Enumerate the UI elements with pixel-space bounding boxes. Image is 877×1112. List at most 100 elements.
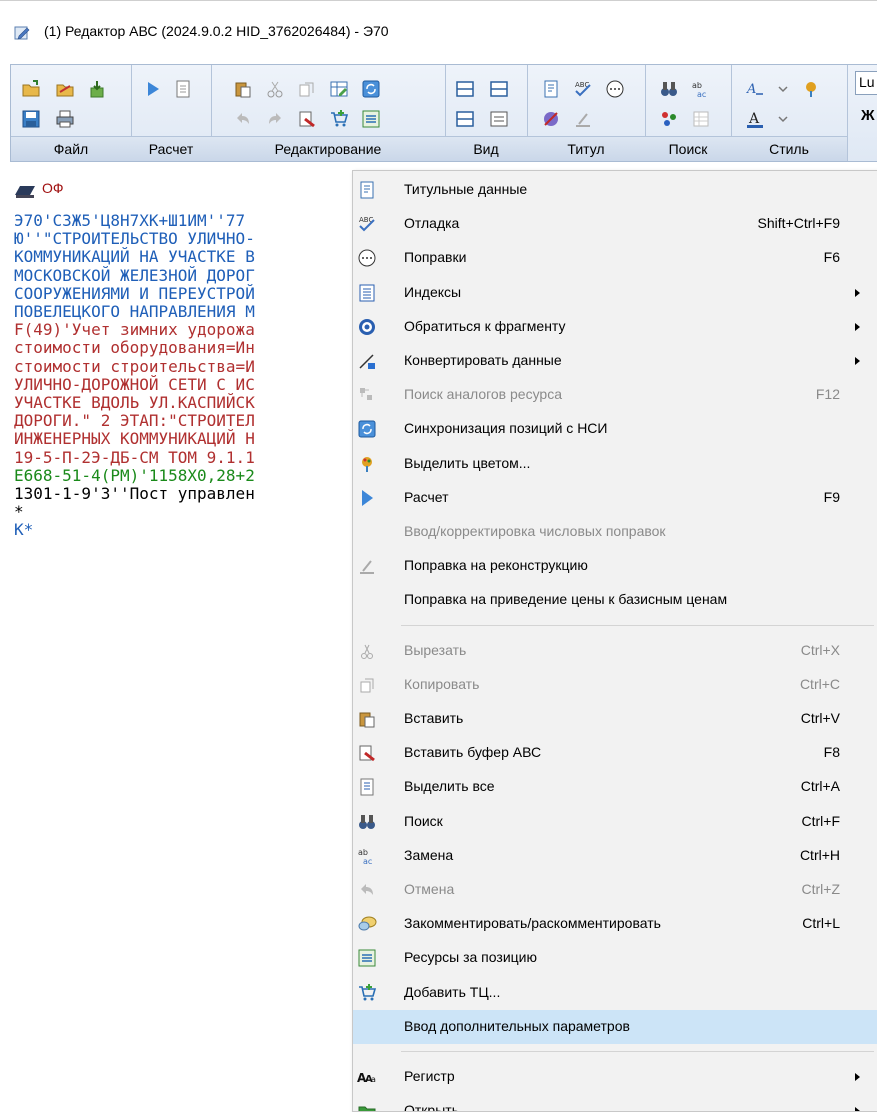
menu-item[interactable]: Синхронизация позиций с НСИ (353, 412, 877, 446)
ribbon-group-label: Расчет (131, 136, 211, 161)
submenu-arrow-icon (855, 288, 860, 297)
menu-item[interactable]: Поправка на реконструкцию (353, 549, 877, 583)
view-layout-2-icon[interactable] (489, 79, 509, 99)
chevron-down-icon[interactable] (773, 109, 793, 129)
resources-icon[interactable] (361, 109, 381, 129)
font-size-icon[interactable]: A (745, 79, 765, 99)
menu-item[interactable]: Вырезать Ctrl+X (353, 634, 877, 668)
title-data-icon (357, 180, 377, 200)
title-data-icon[interactable] (541, 79, 561, 99)
undo-icon[interactable] (233, 109, 253, 129)
menu-item-label: Добавить ТЦ... (404, 983, 501, 1000)
view-list-icon[interactable] (489, 109, 509, 129)
save-icon[interactable] (21, 109, 41, 129)
editor-line: стоимости оборудования=Ин (14, 338, 255, 358)
editor-line: КОММУНИКАЦИЙ НА УЧАСТКЕ В (14, 247, 255, 267)
menu-item[interactable]: Расчет F9 (353, 481, 877, 515)
highlight-color-icon[interactable] (801, 79, 821, 99)
menu-item[interactable]: Обратиться к фрагменту (353, 310, 877, 344)
editor-line: К* (14, 520, 34, 540)
menu-item[interactable]: Конвертировать данные (353, 344, 877, 378)
edit-table-icon[interactable] (329, 79, 349, 99)
menu-item-label: Вставить (404, 710, 464, 726)
cut-icon[interactable] (265, 79, 285, 99)
calc-document-icon[interactable] (173, 79, 193, 99)
menu-item[interactable]: Ввод/корректировка числовых поправок (353, 515, 877, 549)
menu-item-shortcut: Ctrl+F (801, 812, 841, 829)
bold-button[interactable]: Ж (861, 107, 875, 124)
menu-item-label: Вставить буфер АВС (404, 744, 542, 761)
menu-item[interactable]: Добавить ТЦ... (353, 976, 877, 1010)
ribbon-group-file: Файл (11, 65, 132, 161)
menu-item[interactable]: Поиск аналогов ресурса F12 (353, 378, 877, 412)
menu-item-label: Титульные данные (404, 181, 528, 197)
add-cart-icon[interactable] (329, 109, 349, 129)
font-color-icon[interactable]: A (745, 109, 765, 129)
menu-item-label: Выделить все (404, 778, 495, 795)
paste-buffer-icon[interactable] (297, 109, 317, 129)
menu-item-label: Синхронизация позиций с НСИ (404, 420, 608, 437)
save-down-icon[interactable] (87, 79, 107, 99)
menu-item-label: Открыть (404, 1102, 459, 1112)
view-layout-3-icon[interactable] (455, 109, 475, 129)
grid-icon[interactable] (691, 109, 711, 129)
menu-item[interactable]: Титульные данные (353, 173, 877, 207)
menu-item-shortcut: F6 (823, 249, 840, 266)
indexes-icon (357, 283, 377, 303)
view-layout-1-icon[interactable] (455, 79, 475, 99)
redo-icon[interactable] (265, 109, 285, 129)
convert-icon (357, 351, 377, 371)
menu-item-shortcut: F8 (823, 744, 840, 761)
editor-line: * (14, 502, 24, 522)
ribbon-group-search: ab ac Поиск (645, 65, 732, 161)
menu-item-label: Копировать (404, 675, 480, 692)
editor-line: Ю''"СТРОИТЕЛЬСТВО УЛИЧНО- (14, 229, 255, 249)
menu-item[interactable]: Закомментировать/раскомментировать Ctrl+L (353, 907, 877, 941)
ribbon-group-view: Вид (445, 65, 528, 161)
editor-line: ИНЖЕНЕРНЫХ КОММУНИКАЦИЙ Н (14, 429, 255, 449)
menu-item[interactable]: Выделить цветом... (353, 447, 877, 481)
menu-item-shortcut: Ctrl+H (799, 846, 840, 863)
menu-item[interactable]: Копировать Ctrl+C (353, 668, 877, 702)
menu-item-label: Индексы (404, 283, 462, 300)
menu-item[interactable]: ab ac Замена Ctrl+H (353, 839, 877, 873)
submenu-arrow-icon (855, 1073, 860, 1081)
open-file-icon[interactable] (21, 79, 41, 99)
reconstruction-icon (357, 556, 377, 576)
corrections-icon[interactable] (605, 79, 625, 99)
font-name-combo[interactable]: Lu (855, 71, 877, 95)
spellcheck-icon[interactable]: ABC (573, 79, 593, 99)
reconstruction-icon[interactable] (573, 109, 593, 129)
paste-icon[interactable] (233, 79, 253, 99)
ribbon-group-calc: Расчет (131, 65, 212, 161)
color-dots-icon[interactable] (659, 109, 679, 129)
run-calc-icon[interactable] (143, 79, 163, 99)
menu-item[interactable]: Выделить все Ctrl+A (353, 770, 877, 804)
resources-icon (357, 948, 377, 968)
menu-item[interactable]: Ресурсы за позицию (353, 941, 877, 975)
binoculars-icon[interactable] (659, 79, 679, 99)
open-recent-icon[interactable] (55, 79, 75, 99)
menu-item[interactable]: Поиск Ctrl+F (353, 805, 877, 839)
replace-icon[interactable]: ab ac (691, 79, 711, 99)
menu-item[interactable]: A Aa Регистр (353, 1060, 877, 1094)
open-folder-icon (357, 1101, 377, 1111)
menu-item-label: Поправка на реконструкцию (404, 557, 588, 574)
menu-item[interactable]: Вставить буфер АВС F8 (353, 736, 877, 770)
menu-item-label: Выделить цветом... (404, 454, 531, 471)
no-entry-icon[interactable] (541, 109, 561, 129)
menu-item[interactable]: Поправки F6 (353, 241, 877, 275)
menu-item[interactable]: Вставить Ctrl+V (353, 702, 877, 736)
menu-item[interactable]: Индексы (353, 276, 877, 310)
sync-nsi-icon[interactable] (361, 79, 381, 99)
print-icon[interactable] (55, 109, 75, 129)
copy-icon[interactable] (297, 79, 317, 99)
menu-item[interactable]: Ввод дополнительных параметров (353, 1009, 877, 1044)
ribbon-toolbar: Файл Расчет Редактирование Вид ABC Титул (10, 64, 877, 162)
chevron-down-icon[interactable] (773, 79, 793, 99)
menu-item[interactable]: Поправка на приведение цены к базисным ц… (353, 583, 877, 617)
copy-icon (357, 675, 377, 695)
menu-item[interactable]: ABC Отладка Shift+Ctrl+F9 (353, 207, 877, 241)
ribbon-group-label: Редактирование (211, 136, 445, 161)
menu-item[interactable]: Отмена Ctrl+Z (353, 873, 877, 907)
